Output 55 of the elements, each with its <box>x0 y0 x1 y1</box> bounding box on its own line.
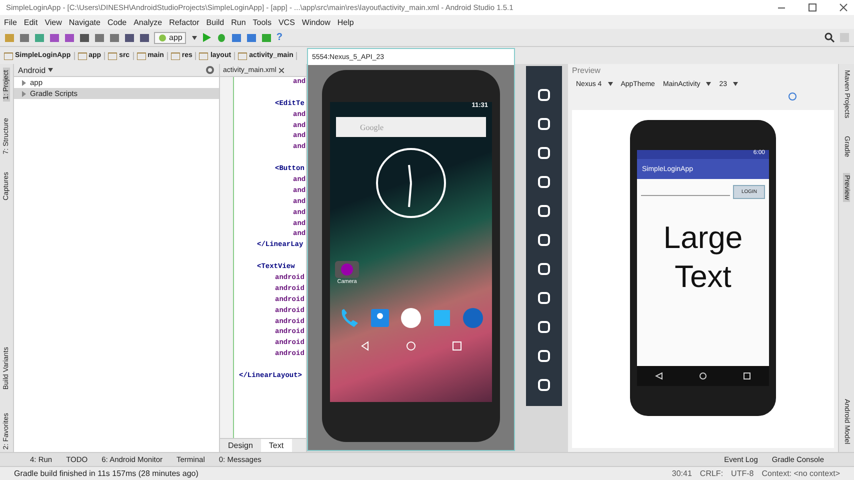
folder-icon <box>170 52 180 60</box>
clock-icon <box>375 147 447 219</box>
caret-icon[interactable] <box>706 82 712 86</box>
toolbar-icon[interactable] <box>19 32 30 43</box>
run-config-dropdown[interactable]: app <box>154 32 186 44</box>
project-view-dropdown[interactable]: Android <box>18 66 46 74</box>
menu-item[interactable]: Navigate <box>68 18 100 26</box>
toolbar-icon[interactable] <box>246 32 258 43</box>
encoding[interactable]: UTF-8 <box>731 469 754 478</box>
contacts-icon[interactable] <box>369 307 391 329</box>
toolbar-icon[interactable] <box>49 32 60 43</box>
status-message: Gradle build finished in 11s 157ms (28 minutes ago) <box>14 469 198 478</box>
gear-icon[interactable] <box>205 65 215 75</box>
toolbar-icon[interactable] <box>139 32 150 43</box>
folder-icon <box>108 52 118 60</box>
menu-item[interactable]: Code <box>107 18 127 26</box>
folder-icon <box>199 52 208 60</box>
caret-icon[interactable] <box>192 36 198 40</box>
toolbar-icon[interactable] <box>79 32 90 43</box>
search-icon[interactable] <box>824 32 835 43</box>
menu-item[interactable]: Window <box>302 18 330 26</box>
context-label: Context: <no context> <box>762 469 840 478</box>
menu-item[interactable]: Tools <box>252 18 272 26</box>
toolbar-icon[interactable] <box>109 32 120 43</box>
folder-icon <box>238 52 248 60</box>
recents-icon[interactable] <box>743 372 751 380</box>
maximize-icon[interactable] <box>808 3 817 12</box>
view-tab[interactable]: Text <box>260 439 292 452</box>
view-tab[interactable]: Design <box>220 439 261 452</box>
toolbar-icon[interactable] <box>124 32 135 43</box>
menu-item[interactable]: Help <box>337 18 354 26</box>
caret-icon[interactable] <box>48 68 53 72</box>
cursor-position: 30:41 <box>672 469 692 478</box>
line-separator[interactable]: CRLF: <box>700 469 724 478</box>
menu-item[interactable]: Run <box>231 18 246 26</box>
menu-item[interactable]: Analyze <box>134 18 162 26</box>
folder-icon <box>4 52 13 60</box>
zoom-in-icon[interactable] <box>788 92 798 102</box>
toolbar-icon[interactable] <box>94 32 105 43</box>
menu-item[interactable]: Edit <box>24 18 38 26</box>
menu-item[interactable]: VCS <box>278 18 295 26</box>
menu-item[interactable]: View <box>44 18 62 26</box>
folder-icon <box>136 52 146 60</box>
menu-item[interactable]: Refactor <box>169 18 200 26</box>
menu-item[interactable]: File <box>4 18 17 26</box>
folder-icon <box>78 52 87 60</box>
large-text: Large Text <box>662 219 744 296</box>
toolbar-icon[interactable] <box>64 32 75 43</box>
close-icon[interactable] <box>839 3 848 12</box>
caret-icon[interactable] <box>733 82 738 86</box>
panel-title: Preview <box>572 66 600 74</box>
close-icon[interactable] <box>279 68 284 72</box>
toolbar-icon[interactable] <box>231 32 242 43</box>
caret-icon[interactable] <box>608 82 613 86</box>
menu-item[interactable]: Build <box>206 18 224 26</box>
